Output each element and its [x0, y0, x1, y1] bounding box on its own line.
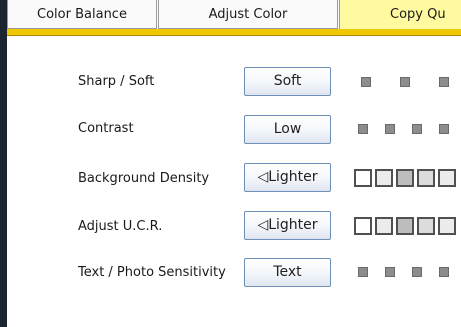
tab-underline-edge — [7, 35, 461, 36]
tab-label: Copy Qu — [390, 7, 446, 22]
adjust-ucr-level-square[interactable] — [417, 217, 435, 235]
background-density-level-square[interactable] — [375, 169, 393, 187]
background-density-level-square[interactable] — [396, 169, 414, 187]
text-photo-sensitivity-button[interactable]: Text — [244, 258, 331, 287]
background-density-button[interactable]: ◁Lighter — [244, 163, 331, 192]
text-photo-sensitivity-level-square[interactable] — [439, 267, 449, 277]
sharp-soft-level-square[interactable] — [439, 77, 449, 87]
text-photo-sensitivity-level-square[interactable] — [358, 267, 368, 277]
adjust-ucr-button[interactable]: ◁Lighter — [244, 211, 331, 240]
text-photo-sensitivity-label: Text / Photo Sensitivity — [78, 265, 226, 280]
text-photo-sensitivity-level-square[interactable] — [412, 267, 422, 277]
tab-label: Color Balance — [37, 7, 127, 22]
background-density-level-square[interactable] — [354, 169, 372, 187]
contrast-level-square[interactable] — [385, 124, 395, 134]
tab-copy-quality[interactable]: Copy Qu — [339, 0, 461, 29]
text-photo-sensitivity-level-square[interactable] — [385, 267, 395, 277]
contrast-button[interactable]: Low — [244, 115, 331, 144]
adjust-ucr-label: Adjust U.C.R. — [78, 219, 163, 234]
tab-label: Adjust Color — [208, 7, 288, 22]
sharp-soft-label: Sharp / Soft — [78, 74, 155, 89]
background-density-label: Background Density — [78, 171, 210, 186]
adjust-ucr-level-square[interactable] — [375, 217, 393, 235]
contrast-level-square[interactable] — [412, 124, 422, 134]
adjust-ucr-level-square[interactable] — [354, 217, 372, 235]
adjust-ucr-level-square[interactable] — [396, 217, 414, 235]
sharp-soft-level-square[interactable] — [400, 77, 410, 87]
background-density-level-square[interactable] — [417, 169, 435, 187]
adjust-ucr-level-square[interactable] — [438, 217, 456, 235]
sharp-soft-level-square[interactable] — [361, 77, 371, 87]
contrast-label: Contrast — [78, 121, 134, 136]
contrast-level-square[interactable] — [439, 124, 449, 134]
tab-color-balance[interactable]: Color Balance — [7, 0, 157, 29]
left-frame-bar — [0, 0, 7, 327]
tab-adjust-color[interactable]: Adjust Color — [158, 0, 338, 29]
background-density-level-square[interactable] — [438, 169, 456, 187]
sharp-soft-button[interactable]: Soft — [244, 67, 331, 96]
contrast-level-square[interactable] — [358, 124, 368, 134]
